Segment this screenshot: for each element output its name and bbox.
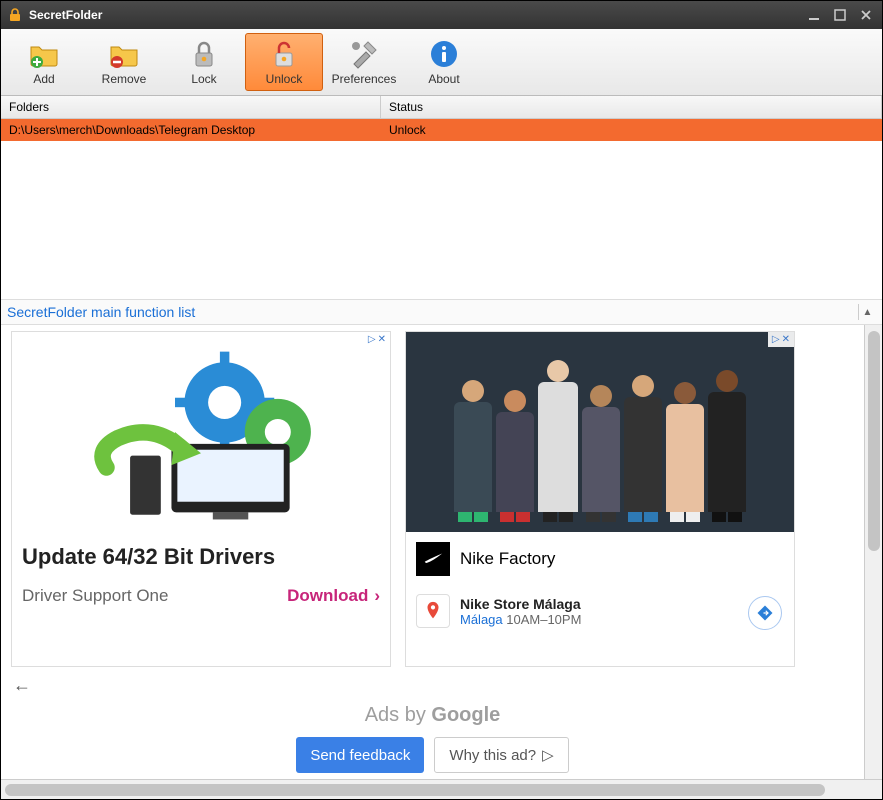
adchoices-icon: ▷ (772, 334, 780, 345)
horizontal-scrollbar[interactable] (1, 779, 882, 799)
ad-area: ▷ ✕ (1, 325, 864, 673)
map-pin-icon (416, 594, 450, 628)
store-name: Nike Store Málaga (460, 596, 581, 612)
back-arrow-icon[interactable]: ← (13, 675, 31, 695)
ad-nike-store-row[interactable]: Nike Store Málaga Málaga 10AM–10PM (406, 586, 794, 642)
download-button[interactable]: Download › (287, 586, 380, 606)
ad-nike-brand-row: Nike Factory (406, 532, 794, 586)
ads-by-pre: Ads by (365, 704, 432, 726)
window-controls (804, 6, 876, 24)
back-row: ← (1, 673, 864, 698)
table-row[interactable]: D:\Users\merch\Downloads\Telegram Deskto… (1, 119, 882, 141)
lock-icon (7, 7, 23, 23)
minimize-button[interactable] (804, 6, 824, 24)
ad-close-icon[interactable]: ✕ (782, 334, 790, 345)
send-feedback-button[interactable]: Send feedback (296, 737, 424, 773)
unlock-button[interactable]: Unlock (245, 33, 323, 91)
scrollbar-thumb[interactable] (868, 331, 880, 551)
ad-close-icon[interactable]: ✕ (378, 334, 386, 345)
lock-closed-icon (188, 38, 220, 70)
download-label: Download (287, 586, 368, 606)
adchoices-icon: ▷ (368, 334, 376, 345)
ad-badge[interactable]: ▷ ✕ (364, 332, 390, 347)
ad-card-drivers[interactable]: ▷ ✕ (11, 331, 391, 667)
function-list-link[interactable]: SecretFolder main function list (7, 304, 858, 320)
adchoices-icon: ▷ (542, 746, 554, 764)
nike-swoosh-icon (416, 542, 450, 576)
why-this-ad-label: Why this ad? (449, 747, 536, 764)
app-window: SecretFolder Add Remove Lock (0, 0, 883, 800)
ads-by-label: Ads by Google (365, 704, 501, 727)
ad-card-nike[interactable]: ▷ ✕ (405, 331, 795, 667)
directions-button[interactable] (748, 596, 782, 630)
ad-drivers-title: Update 64/32 Bit Drivers (12, 532, 390, 576)
toolbar: Add Remove Lock Unlock Preferences (1, 29, 882, 96)
vertical-scrollbar[interactable] (864, 325, 882, 779)
about-button[interactable]: About (405, 33, 483, 91)
folder-remove-icon (108, 38, 140, 70)
ad-badge[interactable]: ▷ ✕ (768, 332, 794, 347)
about-label: About (428, 72, 459, 86)
info-icon (428, 38, 460, 70)
ads-by-brand: Google (431, 704, 500, 726)
table-header: Folders Status (1, 96, 882, 119)
scrollbar-thumb[interactable] (5, 784, 825, 796)
column-status[interactable]: Status (381, 96, 882, 118)
store-location: Málaga (460, 612, 503, 627)
maximize-button[interactable] (830, 6, 850, 24)
chevron-right-icon: › (374, 586, 380, 606)
window-title: SecretFolder (29, 8, 804, 22)
cell-folder: D:\Users\merch\Downloads\Telegram Deskto… (1, 119, 381, 141)
preferences-label: Preferences (332, 72, 397, 86)
column-folders[interactable]: Folders (1, 96, 381, 118)
ad-image-drivers (12, 332, 390, 532)
folder-add-icon (28, 38, 60, 70)
why-this-ad-button[interactable]: Why this ad? ▷ (434, 737, 568, 773)
add-label: Add (33, 72, 54, 86)
tools-icon (348, 38, 380, 70)
folder-table: Folders Status D:\Users\merch\Downloads\… (1, 96, 882, 299)
store-hours: 10AM–10PM (506, 612, 581, 627)
ad-drivers-subtitle: Driver Support One (22, 586, 168, 606)
remove-button[interactable]: Remove (85, 33, 163, 91)
lock-button[interactable]: Lock (165, 33, 243, 91)
scroll-up-button[interactable]: ▲ (858, 304, 876, 320)
remove-label: Remove (102, 72, 147, 86)
ad-image-nike (406, 332, 794, 532)
add-button[interactable]: Add (5, 33, 83, 91)
table-body: D:\Users\merch\Downloads\Telegram Deskto… (1, 119, 882, 299)
unlock-label: Unlock (266, 72, 303, 86)
close-button[interactable] (856, 6, 876, 24)
preferences-button[interactable]: Preferences (325, 33, 403, 91)
function-list-bar: SecretFolder main function list ▲ (1, 299, 882, 325)
ads-footer: Ads by Google Send feedback Why this ad?… (1, 698, 864, 779)
lock-label: Lock (191, 72, 216, 86)
titlebar[interactable]: SecretFolder (1, 1, 882, 29)
cell-status: Unlock (381, 119, 882, 141)
lock-open-icon (268, 38, 300, 70)
store-sub: Málaga 10AM–10PM (460, 612, 581, 627)
ad-nike-brand: Nike Factory (460, 549, 555, 569)
